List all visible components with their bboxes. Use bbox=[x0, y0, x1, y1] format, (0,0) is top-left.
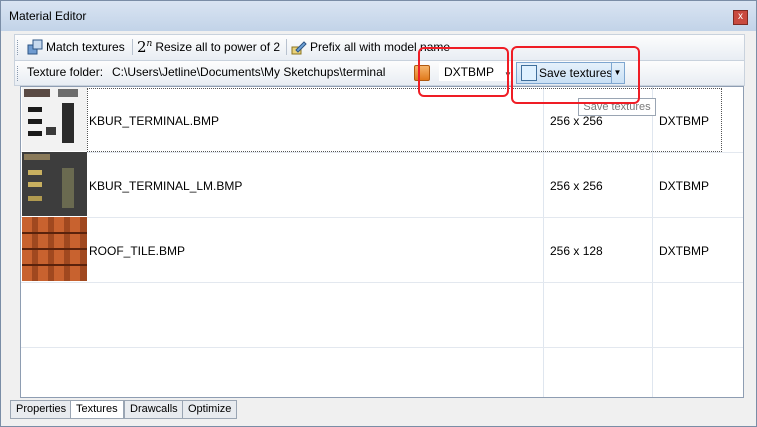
close-button[interactable]: x bbox=[733, 10, 748, 25]
texture-format: DXTBMP bbox=[659, 244, 710, 258]
table-row[interactable]: KBUR_TERMINAL_LM.BMP 256 x 256 DXTBMP bbox=[21, 152, 743, 218]
texture-list[interactable]: KBUR_TERMINAL.BMP 256 x 256 DXTBMP KBUR_… bbox=[20, 86, 744, 398]
toolbar-grip[interactable] bbox=[17, 66, 21, 81]
resize-power-of-two-button[interactable]: 2n Resize all to power of 2 bbox=[135, 38, 282, 56]
format-highlight-box bbox=[418, 47, 509, 97]
empty-row bbox=[21, 282, 743, 348]
texture-name: KBUR_TERMINAL_LM.BMP bbox=[89, 179, 243, 193]
prefix-pencil-icon bbox=[291, 41, 307, 55]
texture-thumbnail bbox=[22, 87, 87, 151]
resize-label: Resize all to power of 2 bbox=[155, 40, 281, 54]
toolbar-separator bbox=[286, 39, 287, 55]
tab-optimize[interactable]: Optimize bbox=[182, 400, 238, 419]
texture-name: ROOF_TILE.BMP bbox=[89, 244, 186, 258]
tab-drawcalls[interactable]: Drawcalls bbox=[124, 400, 184, 419]
texture-folder-path[interactable]: C:\Users\Jetline\Documents\My Sketchups\… bbox=[112, 65, 385, 79]
power-superscript: n bbox=[146, 39, 153, 49]
table-row[interactable]: ROOF_TILE.BMP 256 x 128 DXTBMP bbox=[21, 217, 743, 283]
title-bar[interactable]: Material Editor x bbox=[1, 1, 756, 31]
tab-properties[interactable]: Properties bbox=[10, 400, 73, 419]
tab-textures[interactable]: Textures bbox=[70, 400, 124, 419]
match-textures-button[interactable]: Match textures bbox=[25, 38, 127, 56]
toolbar-grip[interactable] bbox=[17, 40, 21, 55]
material-editor-window: Material Editor x Match textures 2n Resi… bbox=[0, 0, 757, 427]
save-highlight-box bbox=[511, 46, 640, 104]
window-title: Material Editor bbox=[9, 9, 87, 23]
texture-size: 256 x 128 bbox=[550, 244, 603, 258]
match-textures-label: Match textures bbox=[46, 40, 125, 54]
texture-folder-label: Texture folder: bbox=[27, 65, 104, 79]
texture-thumbnail bbox=[22, 217, 87, 281]
texture-size: 256 x 256 bbox=[550, 179, 603, 193]
power-of-two-icon: 2n bbox=[137, 38, 153, 56]
texture-thumbnail bbox=[22, 152, 87, 216]
toolbar-separator bbox=[132, 39, 133, 55]
match-textures-icon bbox=[27, 39, 43, 55]
empty-row bbox=[21, 347, 743, 397]
texture-format: DXTBMP bbox=[659, 179, 710, 193]
